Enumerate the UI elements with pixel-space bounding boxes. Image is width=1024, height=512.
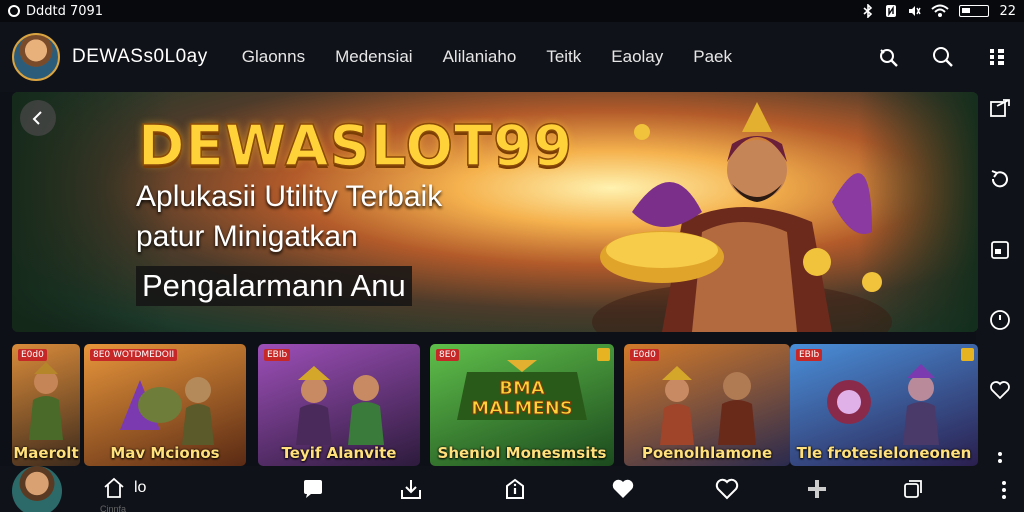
more-vertical-bottom-icon[interactable] xyxy=(992,476,1016,502)
home-tab-label: Cinnfa xyxy=(100,504,127,512)
home-tab[interactable]: lo xyxy=(102,476,146,500)
share-icon[interactable] xyxy=(987,98,1013,120)
bottom-bar: lo Cinnfa xyxy=(0,466,1024,512)
hero-banner[interactable]: DEWASLOT99 Aplukasii Utility Terbaik pat… xyxy=(12,92,978,332)
status-left-text: Dddtd 7091 xyxy=(26,3,104,19)
nav-item-5[interactable]: Eaolay xyxy=(611,47,663,67)
nav-item-6[interactable]: Paek xyxy=(693,47,732,67)
card-character-image xyxy=(660,366,756,445)
card-badge-icon xyxy=(961,348,974,361)
home-icon xyxy=(104,477,124,498)
status-time: 22 xyxy=(999,3,1016,19)
refresh-icon[interactable] xyxy=(987,168,1013,190)
game-card[interactable]: E0d0 Poenolhlamone xyxy=(624,344,790,466)
nav-item-2[interactable]: Medensiai xyxy=(335,47,413,67)
info-icon[interactable] xyxy=(502,476,528,502)
nav-item-4[interactable]: Teitk xyxy=(546,47,581,67)
card-title: Poenolhlamone xyxy=(641,444,773,462)
user-avatar[interactable] xyxy=(12,466,62,512)
home-tab-text: lo xyxy=(134,479,147,496)
card-badge-icon xyxy=(597,348,610,361)
hero-subtitle-2: patur Minigatkan xyxy=(136,220,358,253)
battery-icon xyxy=(959,5,990,17)
wifi-icon xyxy=(931,4,950,17)
bluetooth-icon xyxy=(863,4,873,18)
add-icon[interactable] xyxy=(804,476,830,502)
nav-menu: Glaonns Medensiai Alilaniaho Teitk Eaola… xyxy=(242,47,732,67)
game-cards-row: E0d0 Maerolt 8E0 WOTDMEDOII Mav Mcionos … xyxy=(12,344,978,466)
brand-name[interactable]: DEWASs0L0ay xyxy=(72,46,208,68)
search-icon[interactable] xyxy=(916,46,970,68)
nav-item-1[interactable]: Glaonns xyxy=(242,47,305,67)
card-title: Sheniol Monesmsits xyxy=(437,444,607,462)
notification-icon xyxy=(8,5,20,17)
menu-icon[interactable] xyxy=(970,47,1024,67)
download-icon[interactable] xyxy=(398,476,424,502)
chat-icon[interactable] xyxy=(300,476,326,502)
status-right: 22 xyxy=(861,4,1016,19)
svg-text:BMA: BMA xyxy=(499,378,545,399)
nfc-icon xyxy=(886,5,897,17)
game-card[interactable]: 8E0 WOTDMEDOII Mav Mcionos xyxy=(84,344,246,466)
top-nav: DEWASs0L0ay Glaonns Medensiai Alilaniaho… xyxy=(0,22,1024,92)
status-bar: Dddtd 7091 22 xyxy=(0,0,1024,22)
back-arrow-icon xyxy=(32,111,42,125)
heart-filled-icon[interactable] xyxy=(610,476,636,502)
svg-text:MALMENS: MALMENS xyxy=(471,398,573,419)
card-character-image xyxy=(296,366,384,445)
status-left: Dddtd 7091 xyxy=(8,4,103,19)
card-title: Teyif Alanvite xyxy=(281,444,397,462)
game-card[interactable]: 8E0 BMA MALMENS Sheniol Monesmsits xyxy=(430,344,614,466)
nav-icons xyxy=(862,22,1024,92)
card-title: Mav Mcionos xyxy=(110,444,220,462)
nav-item-3[interactable]: Alilaniaho xyxy=(443,47,517,67)
warrior-figure-image xyxy=(592,102,892,332)
cast-icon[interactable] xyxy=(862,46,916,68)
right-rail xyxy=(976,92,1024,472)
clock-icon[interactable] xyxy=(987,309,1013,331)
card-character-image xyxy=(120,377,214,445)
card-title: Maerolt xyxy=(13,444,79,462)
card-title: Tle frotesieloneonen xyxy=(796,444,972,462)
back-button[interactable] xyxy=(20,100,56,136)
card-character-image xyxy=(29,362,63,440)
game-card[interactable]: EBIb Teyif Alanvite xyxy=(258,344,420,466)
window-icon[interactable] xyxy=(987,239,1013,261)
game-card[interactable]: E0d0 Maerolt xyxy=(12,344,80,466)
copy-icon[interactable] xyxy=(900,476,926,502)
hero-subtitle-3: Pengalarmann Anu xyxy=(136,266,412,306)
heart-outline-icon[interactable] xyxy=(714,476,740,502)
brand-avatar[interactable] xyxy=(12,33,60,81)
heart-icon[interactable] xyxy=(987,379,1013,401)
game-card[interactable]: EBIb Tle frotesieloneonen xyxy=(790,344,978,466)
mute-icon xyxy=(909,6,922,16)
card-character-image xyxy=(827,364,939,445)
hero-title: DEWASLOT99 xyxy=(137,113,574,180)
card-logo-image: BMAMALMENS xyxy=(457,360,587,420)
hero-subtitle-1: Aplukasii Utility Terbaik xyxy=(136,180,443,213)
